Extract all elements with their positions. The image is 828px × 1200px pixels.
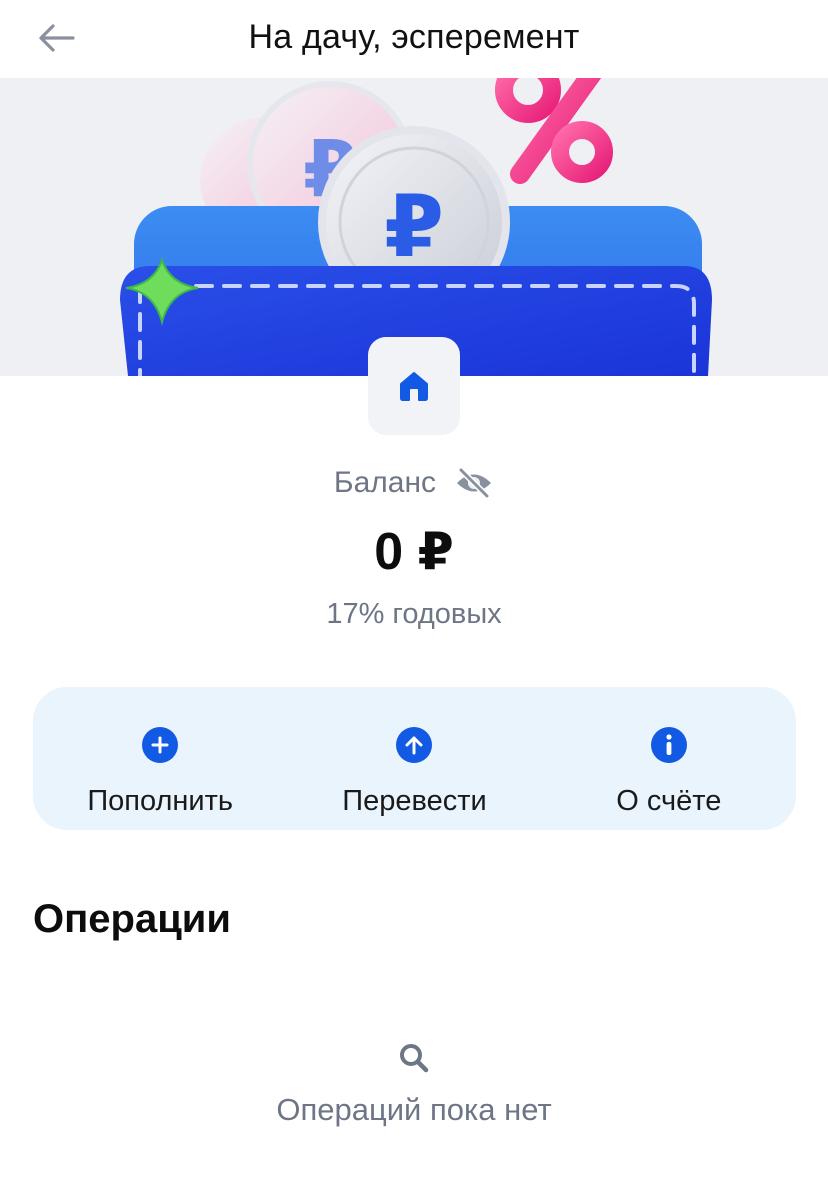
balance-label: Баланс (333, 466, 437, 499)
plus-circle-icon (142, 727, 179, 763)
balance-amount: 0 ₽ (374, 523, 454, 581)
empty-operations-text: Операций пока нет (276, 1092, 552, 1127)
account-info-label: О счёте (616, 785, 722, 817)
interest-rate: 17% годовых (326, 598, 502, 630)
top-up-button[interactable]: Пополнить (33, 687, 287, 830)
account-info-button[interactable]: О счёте (542, 687, 796, 830)
search-icon (400, 1044, 429, 1073)
account-type-badge (368, 337, 460, 435)
arrow-up-circle-icon (396, 727, 433, 763)
percent-sign (495, 78, 613, 184)
eye-off-icon (457, 468, 492, 498)
operations-title: Операции (33, 897, 231, 941)
svg-text:₽: ₽ (384, 177, 444, 277)
account-actions-panel: Пополнить Перевести О счёте (33, 687, 796, 830)
top-up-label: Пополнить (87, 785, 234, 817)
page-title: На дачу, эсперемент (248, 18, 580, 56)
balance-header: Баланс (0, 463, 828, 503)
transfer-button[interactable]: Перевести (287, 687, 541, 830)
top-bar: На дачу, эсперемент (0, 0, 828, 78)
savings-banner-illustration: ₽ ₽ (0, 78, 828, 376)
house-icon (400, 372, 428, 401)
transfer-label: Перевести (342, 785, 487, 817)
wallet-illustration: ₽ ₽ (120, 78, 712, 376)
info-circle-icon (650, 727, 687, 763)
toggle-balance-visibility-button[interactable] (454, 463, 494, 503)
operations-empty-state: Операций пока нет (0, 1042, 828, 1128)
